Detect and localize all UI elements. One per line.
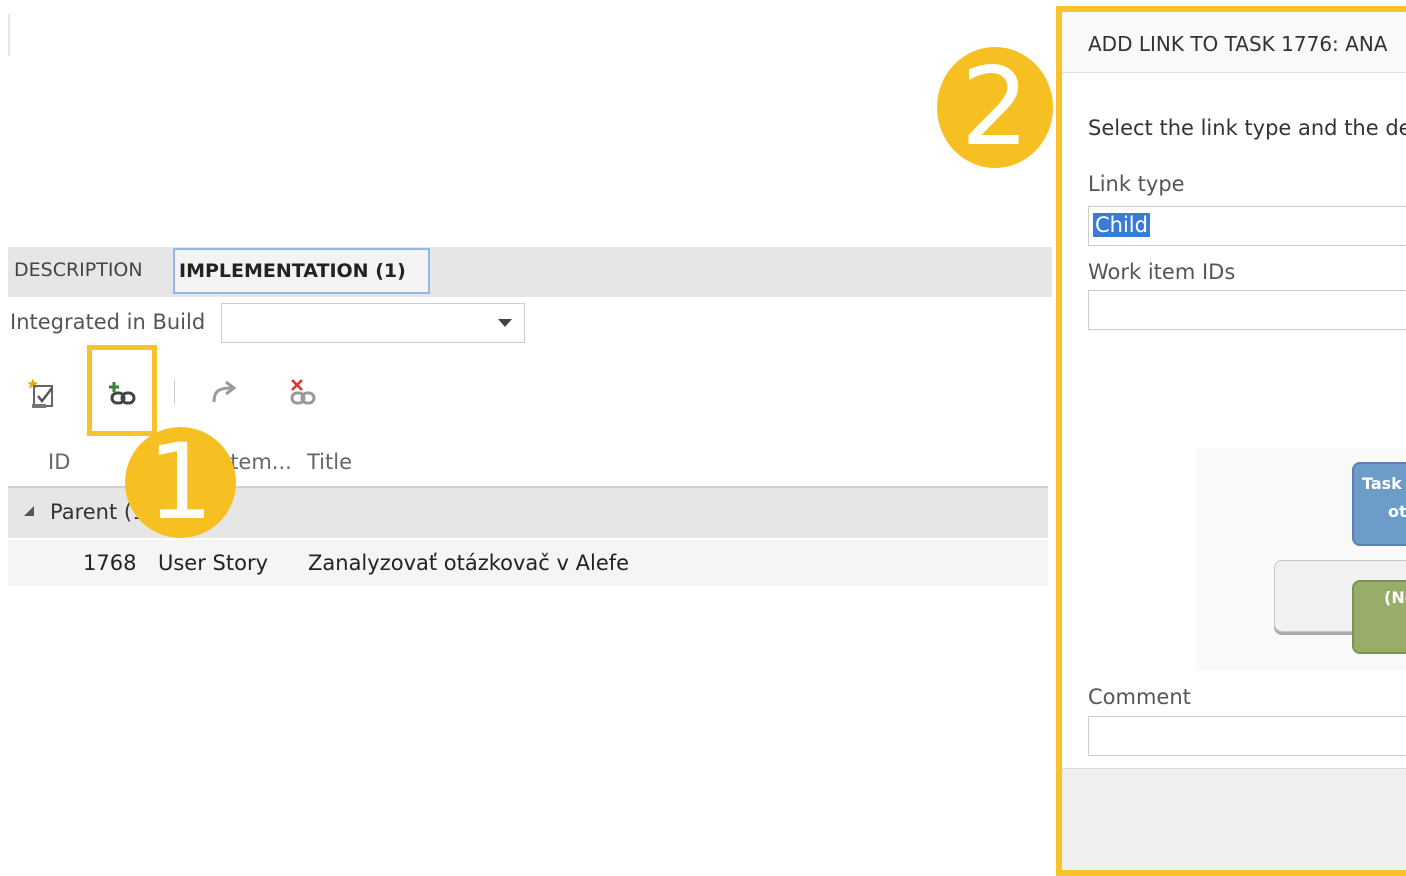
delete-link-icon[interactable] [288,376,324,412]
collapse-triangle-icon[interactable] [22,504,36,518]
column-title[interactable]: Title [307,450,352,474]
task-node-line2: otá [1388,502,1406,521]
tab-implementation[interactable]: IMPLEMENTATION (1) [173,248,430,294]
work-item-ids-label: Work item IDs [1088,260,1236,284]
chevron-down-icon[interactable] [498,319,512,327]
dialog-footer [1062,768,1406,870]
cell-id: 1768 [83,551,137,575]
link-type-value: Child [1093,213,1150,237]
new-node-label: (Ne [1384,588,1406,607]
integrated-in-build-select[interactable] [221,303,525,343]
integrated-in-build-label: Integrated in Build [10,310,206,334]
link-preview-diagram: Task 1 otá (Ne [1196,448,1406,670]
pane-divider [8,14,10,56]
work-item-ids-input[interactable] [1088,290,1406,330]
tab-description[interactable]: DESCRIPTION [14,247,143,293]
comment-input[interactable] [1088,716,1406,756]
open-link-icon[interactable] [206,376,242,412]
column-id[interactable]: ID [48,450,70,474]
cell-title: Zanalyzovať otázkovač v Alefe [308,551,630,575]
new-linked-item-icon[interactable] [26,376,62,412]
callout-number-2: 2 [937,47,1053,168]
task-node-line1: Task 1 [1362,474,1406,493]
toolbar-separator [174,380,175,404]
link-type-label: Link type [1088,172,1185,196]
table-row[interactable]: 1768 User Story Zanalyzovať otázkovač v … [8,540,1048,586]
cell-type: User Story [158,551,269,575]
callout-number-1: 1 [125,427,236,538]
dialog-title: ADD LINK TO TASK 1776: ANA [1088,32,1388,56]
task-node: Task 1 otá [1352,462,1406,546]
add-link-dialog: ADD LINK TO TASK 1776: ANA Select the li… [1056,6,1406,876]
new-node: (Ne [1352,580,1406,654]
comment-label: Comment [1088,685,1191,709]
tab-bar: DESCRIPTION IMPLEMENTATION (1) [8,247,1052,297]
dialog-instructions: Select the link type and the de [1088,116,1406,140]
dialog-title-bar: ADD LINK TO TASK 1776: ANA [1062,12,1406,73]
link-type-field[interactable]: Child [1088,206,1406,246]
